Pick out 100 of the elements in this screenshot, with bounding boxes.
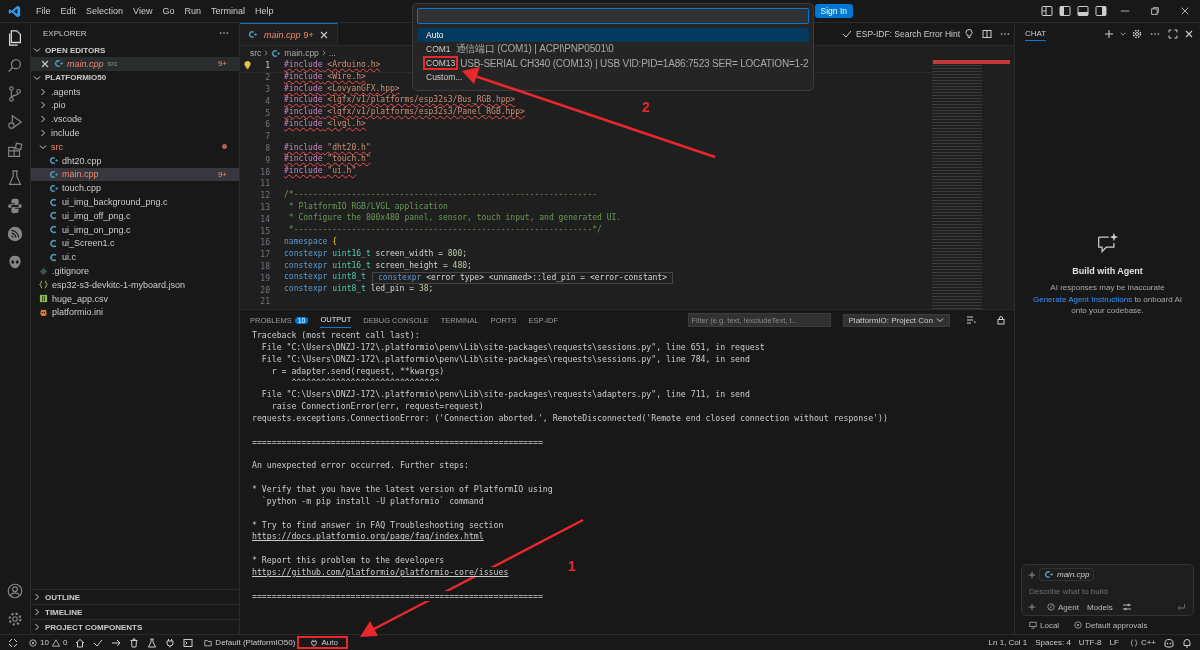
- menu-item[interactable]: Edit: [55, 6, 82, 16]
- source-control-icon[interactable]: [6, 85, 24, 103]
- problems-status[interactable]: 10 0: [22, 638, 72, 647]
- quick-pick-item[interactable]: Custom...: [417, 70, 809, 84]
- environment-status[interactable]: Default (PlatformIO50): [197, 638, 300, 647]
- sliders-icon[interactable]: [1121, 602, 1132, 612]
- terminal-icon[interactable]: [183, 637, 194, 648]
- flask-icon[interactable]: [147, 637, 158, 648]
- sign-in-button[interactable]: Sign In: [814, 4, 853, 18]
- enter-icon[interactable]: [1176, 602, 1186, 612]
- tree-item[interactable]: ui.c: [31, 250, 239, 265]
- menu-item[interactable]: Help: [249, 6, 279, 16]
- run-debug-icon[interactable]: [6, 113, 24, 131]
- check-icon[interactable]: [842, 29, 853, 39]
- tree-item[interactable]: main.cpp 9+: [31, 167, 239, 182]
- status-item[interactable]: LF: [1105, 638, 1123, 647]
- arrow-icon[interactable]: [111, 637, 122, 648]
- tree-item[interactable]: ui_img_background_png.c: [31, 195, 239, 209]
- layout-icon[interactable]: [1041, 5, 1053, 17]
- mode-picker[interactable]: Agent: [1041, 602, 1082, 612]
- restore-icon[interactable]: [1150, 6, 1160, 16]
- lock-icon[interactable]: [996, 315, 1006, 325]
- output-link[interactable]: https://github.com/platformio/platformio-core/issues: [252, 566, 509, 577]
- menu-item[interactable]: View: [128, 6, 158, 16]
- menu-item[interactable]: Run: [179, 6, 206, 16]
- tree-item[interactable]: dht20.cpp: [31, 153, 239, 168]
- quick-pick-input[interactable]: [417, 8, 809, 24]
- plug-icon[interactable]: [165, 637, 176, 648]
- layout-icon[interactable]: [1095, 5, 1107, 17]
- close-icon[interactable]: [41, 59, 49, 68]
- menu-item[interactable]: Selection: [81, 6, 129, 16]
- instructions-link[interactable]: Generate Agent Instructions: [1033, 294, 1133, 304]
- tree-item[interactable]: touch.cpp: [31, 181, 239, 196]
- close-icon[interactable]: [319, 30, 328, 39]
- tree-item[interactable]: ui_Screen1.c: [31, 236, 239, 251]
- language-status[interactable]: C++: [1122, 638, 1160, 647]
- tree-item[interactable]: .gitignore: [31, 264, 239, 278]
- menu-item[interactable]: Go: [157, 6, 180, 16]
- close-icon[interactable]: [1185, 30, 1193, 38]
- plus-icon[interactable]: [1104, 29, 1114, 39]
- quick-pick-item[interactable]: Auto: [417, 28, 809, 42]
- approvals-picker[interactable]: Default approvals: [1068, 620, 1151, 630]
- remote-icon[interactable]: [8, 637, 18, 648]
- plus-icon[interactable]: [1028, 570, 1036, 579]
- toolbar-label[interactable]: ESP-IDF: Search Error Hint: [856, 29, 960, 39]
- list-icon[interactable]: [966, 315, 976, 325]
- tree-item[interactable]: .pio: [31, 98, 239, 113]
- editor-tab[interactable]: main.cpp 9+: [240, 23, 338, 45]
- section-header[interactable]: OUTLINE: [31, 589, 239, 604]
- layout-icon[interactable]: [1059, 5, 1071, 17]
- copilot-icon[interactable]: [1164, 637, 1174, 648]
- tree-item[interactable]: include: [31, 126, 239, 140]
- port-status[interactable]: Auto: [299, 638, 346, 647]
- signal-icon[interactable]: [6, 225, 24, 243]
- check-icon[interactable]: [93, 637, 104, 648]
- tree-item[interactable]: ui_img_off_png.c: [31, 208, 239, 223]
- account-icon[interactable]: [6, 582, 24, 600]
- lightbulb-icon[interactable]: [242, 61, 252, 71]
- python-icon[interactable]: [6, 197, 24, 215]
- breadcrumb[interactable]: ...: [328, 48, 336, 58]
- chevron-icon[interactable]: [1120, 31, 1126, 37]
- tree-item[interactable]: .agents: [31, 84, 239, 99]
- layout-icon[interactable]: [1077, 5, 1089, 17]
- breadcrumb[interactable]: src: [250, 48, 262, 58]
- output-link[interactable]: https://docs.platformio.org/page/faq/index.html: [252, 531, 484, 542]
- tree-item[interactable]: ui_img_on_png.c: [31, 222, 239, 237]
- settings-icon[interactable]: [1132, 29, 1142, 39]
- section-header[interactable]: PLATFORMIO50: [31, 70, 239, 85]
- lightbulb-icon[interactable]: [964, 29, 974, 39]
- home-icon[interactable]: [75, 637, 86, 648]
- output-channel-dropdown[interactable]: PlatformIO: Project Con: [842, 313, 950, 327]
- model-picker[interactable]: Models: [1083, 602, 1116, 612]
- menu-item[interactable]: Terminal: [205, 6, 250, 16]
- trash-icon[interactable]: [129, 637, 140, 648]
- tree-item[interactable]: .vscode: [31, 112, 239, 127]
- tree-item[interactable]: platformio.ini: [31, 305, 239, 320]
- breadcrumb[interactable]: main.cpp: [284, 48, 319, 58]
- tree-item[interactable]: esp32-s3-devkitc-1-myboard.json: [31, 277, 239, 292]
- extensions-icon[interactable]: [6, 141, 24, 159]
- split-editor-icon[interactable]: [982, 29, 992, 39]
- maximize-icon[interactable]: [1168, 29, 1178, 39]
- flask-icon[interactable]: [6, 169, 24, 187]
- section-header[interactable]: OPEN EDITORS: [31, 43, 239, 57]
- explorer-icon[interactable]: [6, 29, 24, 47]
- menu-item[interactable]: File: [31, 6, 56, 16]
- context-file-chip[interactable]: main.cpp: [1039, 568, 1095, 581]
- plus-icon[interactable]: [1028, 603, 1036, 611]
- settings-icon[interactable]: [6, 610, 24, 628]
- search-icon[interactable]: [6, 57, 24, 75]
- location-picker[interactable]: Local: [1023, 620, 1063, 630]
- chat-tab[interactable]: CHAT: [1025, 27, 1047, 41]
- tree-item[interactable]: src: [31, 140, 239, 154]
- close-icon[interactable]: [1180, 6, 1190, 16]
- alien-icon[interactable]: [6, 253, 24, 271]
- status-item[interactable]: Spaces: 4: [1031, 638, 1075, 647]
- quick-pick-item[interactable]: COM13 USB-SERIAL CH340 (COM13) | USB VID:PID=1A86:7523 SER= LOCATION=1-2: [417, 56, 809, 70]
- status-item[interactable]: Ln 1, Col 1: [984, 638, 1032, 647]
- bell-icon[interactable]: [1182, 637, 1192, 648]
- quick-pick-item[interactable]: COM1 通信端口 (COM1) | ACPI\PNP0501\0: [417, 42, 809, 56]
- status-item[interactable]: UTF-8: [1074, 638, 1106, 647]
